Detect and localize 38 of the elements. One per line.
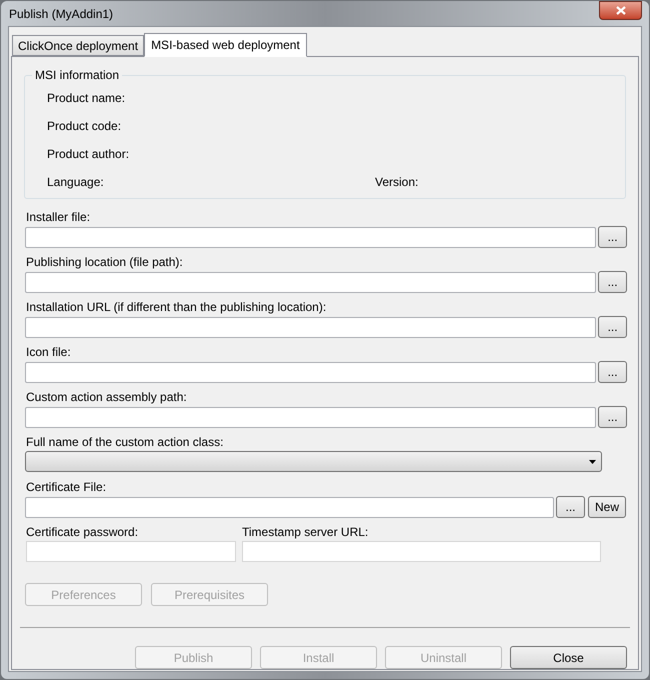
input-field[interactable] <box>25 226 596 248</box>
browse-button[interactable]: ... <box>598 316 627 338</box>
field-label: Icon file: <box>25 345 72 359</box>
field-label: Installation URL (if different than the publishing location): <box>25 300 328 314</box>
new-button[interactable]: New <box>588 496 626 518</box>
field-label: Product name: <box>47 90 126 107</box>
input-field[interactable] <box>25 272 596 292</box>
tab[interactable]: ClickOnce deployment <box>12 35 144 56</box>
input-field[interactable] <box>25 406 596 428</box>
browse-button[interactable]: ... <box>556 496 585 518</box>
field-label: Product author: <box>47 146 130 163</box>
input-field[interactable] <box>242 541 601 562</box>
input-field[interactable] <box>25 316 596 338</box>
tab[interactable]: MSI-based web deployment <box>144 33 307 57</box>
browse-button[interactable]: ... <box>598 406 627 428</box>
dropdown[interactable] <box>25 451 602 472</box>
window-title: Publish (MyAddin1) <box>8 6 114 22</box>
dropdown-arrow-icon <box>589 460 596 464</box>
group-title: MSI information <box>32 68 122 82</box>
close-button[interactable] <box>599 1 642 20</box>
password-field[interactable] <box>26 541 236 562</box>
field-label: Custom action assembly path: <box>25 390 188 404</box>
field-label: Certificate File: <box>25 480 108 494</box>
input-field[interactable] <box>25 496 554 518</box>
field-label: Version: <box>375 174 418 191</box>
browse-button[interactable]: ... <box>598 361 627 383</box>
field-label: Installer file: <box>25 210 92 224</box>
input-field[interactable] <box>25 362 596 382</box>
field-label: Publishing location (file path): <box>25 255 184 269</box>
dialog-button[interactable]: Close <box>510 646 627 669</box>
field-label: Full name of the custom action class: <box>25 435 224 449</box>
field-label: Timestamp server URL: <box>242 525 370 539</box>
field-label: Certificate password: <box>26 525 140 539</box>
browse-button[interactable]: ... <box>598 226 627 248</box>
browse-button[interactable]: ... <box>598 271 627 293</box>
field-label: Language: <box>47 174 105 191</box>
close-icon <box>616 6 626 15</box>
field-label: Product code: <box>47 118 122 135</box>
